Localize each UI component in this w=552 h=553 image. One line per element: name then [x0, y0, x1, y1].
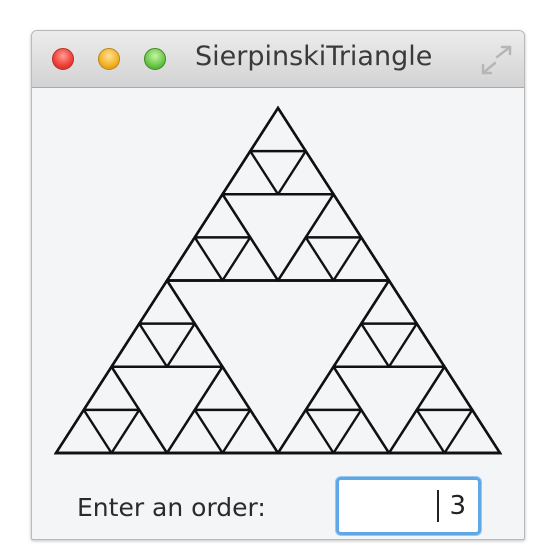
fractal-outline: [137, 278, 197, 325]
fullscreen-icon[interactable]: [479, 45, 513, 75]
fractal-outline: [359, 278, 419, 325]
fractal-outline: [53, 407, 114, 455]
fractal-outline: [275, 407, 336, 455]
fractal-outline: [275, 148, 336, 196]
content-panel: Enter an order: 3: [32, 88, 524, 539]
fractal-outline: [303, 192, 364, 239]
fractal-outline: [220, 235, 281, 282]
fractal-outline: [220, 407, 281, 455]
fractal-outline: [220, 148, 281, 196]
fractal-outline: [331, 321, 392, 368]
order-label: Enter an order:: [77, 493, 266, 522]
window-title: SierpinskiTriangle: [195, 41, 433, 72]
app-window: SierpinskiTriangle Enter an order: 3: [31, 30, 525, 540]
fractal-outline: [248, 105, 308, 153]
zoom-button[interactable]: [144, 48, 166, 70]
title-bar[interactable]: SierpinskiTriangle: [32, 31, 524, 88]
fractal-outline: [81, 364, 142, 412]
fractal-outline: [109, 321, 170, 368]
fractal-outline: [164, 321, 225, 368]
fractal-outline: [386, 407, 447, 455]
text-caret: [437, 490, 439, 522]
minimize-button[interactable]: [98, 48, 120, 70]
fractal-outline: [192, 192, 253, 239]
fractal-outline: [109, 407, 170, 455]
fractal-outline: [442, 407, 503, 455]
fractal-outline: [164, 235, 225, 282]
fractal-outline: [192, 364, 253, 412]
fractal-outline: [303, 364, 364, 412]
fractal-outline: [414, 364, 475, 412]
fractal-outline: [386, 321, 447, 368]
fractal-outline: [331, 235, 392, 282]
close-button[interactable]: [52, 48, 74, 70]
sierpinski-triangle: [53, 105, 503, 455]
fractal-outline: [275, 235, 336, 282]
fractal-outline: [164, 407, 225, 455]
fractal-outline: [331, 407, 392, 455]
order-input[interactable]: 3: [336, 477, 481, 535]
